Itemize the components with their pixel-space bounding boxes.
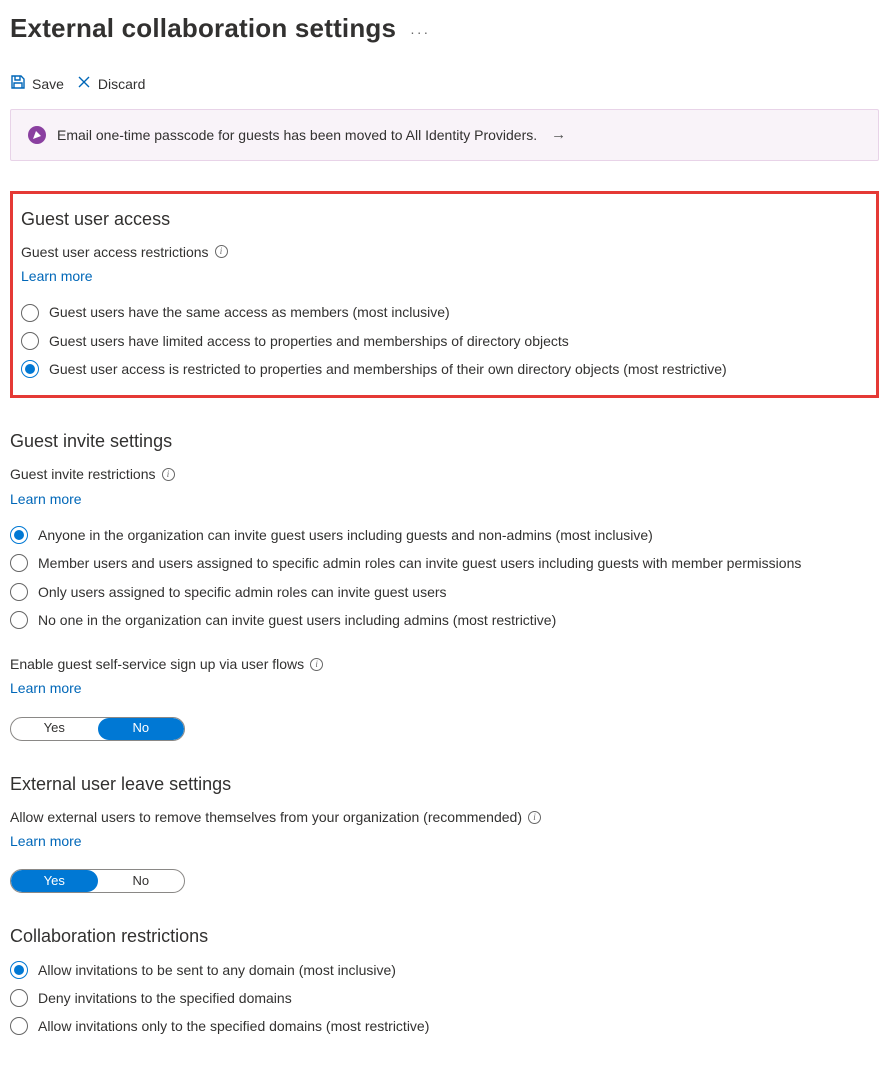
guest-invite-radio-group: Anyone in the organization can invite gu… [10, 525, 879, 630]
self-service-label: Enable guest self-service sign up via us… [10, 654, 879, 674]
guest-access-field-text: Guest user access restrictions [21, 242, 209, 262]
info-banner[interactable]: Email one-time passcode for guests has b… [10, 109, 879, 161]
info-icon[interactable] [215, 245, 228, 258]
section-external-leave: External user leave settings Allow exter… [10, 771, 879, 894]
toggle-no[interactable]: No [98, 870, 185, 892]
external-leave-learn-more[interactable]: Learn more [10, 831, 82, 851]
external-leave-field-label: Allow external users to remove themselve… [10, 807, 879, 827]
option-label: Allow invitations to be sent to any doma… [38, 960, 396, 980]
external-leave-field-text: Allow external users to remove themselve… [10, 807, 522, 827]
toolbar: Save Discard [10, 74, 879, 95]
arrow-right-icon: → [551, 124, 566, 146]
banner-text: Email one-time passcode for guests has b… [57, 125, 537, 145]
external-leave-toggle[interactable]: Yes No [10, 869, 185, 893]
option-label: Only users assigned to specific admin ro… [38, 582, 447, 602]
save-button[interactable]: Save [10, 74, 64, 95]
info-icon[interactable] [528, 811, 541, 824]
info-icon[interactable] [162, 468, 175, 481]
radio-icon [10, 554, 28, 572]
save-icon [10, 74, 26, 95]
section-guest-invite: Guest invite settings Guest invite restr… [10, 428, 879, 740]
discard-button[interactable]: Discard [76, 74, 145, 95]
close-icon [76, 74, 92, 95]
radio-icon [10, 989, 28, 1007]
guest-invite-option-2[interactable]: Only users assigned to specific admin ro… [10, 582, 879, 602]
radio-icon [21, 332, 39, 350]
option-label: Deny invitations to the specified domain… [38, 988, 292, 1008]
section-collab-restrictions: Collaboration restrictions Allow invitat… [10, 923, 879, 1036]
self-service-label-text: Enable guest self-service sign up via us… [10, 654, 304, 674]
radio-icon [21, 360, 39, 378]
guest-access-option-1[interactable]: Guest users have limited access to prope… [21, 331, 868, 351]
radio-icon [10, 961, 28, 979]
radio-icon [10, 526, 28, 544]
page-title: External collaboration settings [10, 10, 396, 48]
option-label: Guest user access is restricted to prope… [49, 359, 727, 379]
radio-icon [10, 583, 28, 601]
collab-option-1[interactable]: Deny invitations to the specified domain… [10, 988, 879, 1008]
option-label: Guest users have limited access to prope… [49, 331, 569, 351]
option-label: Anyone in the organization can invite gu… [38, 525, 653, 545]
guest-invite-field-text: Guest invite restrictions [10, 464, 156, 484]
guest-access-option-0[interactable]: Guest users have the same access as memb… [21, 302, 868, 322]
radio-icon [21, 304, 39, 322]
guest-invite-heading: Guest invite settings [10, 428, 879, 454]
toggle-no[interactable]: No [98, 718, 185, 740]
guest-invite-learn-more[interactable]: Learn more [10, 489, 82, 509]
guest-access-learn-more[interactable]: Learn more [21, 266, 93, 286]
self-service-field: Enable guest self-service sign up via us… [10, 654, 879, 741]
guest-access-radio-group: Guest users have the same access as memb… [21, 302, 868, 379]
guest-access-heading: Guest user access [21, 206, 868, 232]
collab-restrictions-radio-group: Allow invitations to be sent to any doma… [10, 960, 879, 1037]
radio-icon [10, 611, 28, 629]
guest-access-option-2[interactable]: Guest user access is restricted to prope… [21, 359, 868, 379]
guest-invite-option-0[interactable]: Anyone in the organization can invite gu… [10, 525, 879, 545]
toggle-yes[interactable]: Yes [11, 870, 98, 892]
info-icon[interactable] [310, 658, 323, 671]
collab-restrictions-heading: Collaboration restrictions [10, 923, 879, 949]
self-service-toggle[interactable]: Yes No [10, 717, 185, 741]
save-label: Save [32, 74, 64, 94]
more-menu-icon[interactable]: ··· [410, 22, 430, 48]
collab-option-0[interactable]: Allow invitations to be sent to any doma… [10, 960, 879, 980]
guest-invite-option-3[interactable]: No one in the organization can invite gu… [10, 610, 879, 630]
option-label: Member users and users assigned to speci… [38, 553, 801, 573]
option-label: Guest users have the same access as memb… [49, 302, 450, 322]
radio-icon [10, 1017, 28, 1035]
guest-access-field-label: Guest user access restrictions [21, 242, 868, 262]
compass-icon [27, 125, 47, 145]
toggle-yes[interactable]: Yes [11, 718, 98, 740]
option-label: No one in the organization can invite gu… [38, 610, 556, 630]
collab-option-2[interactable]: Allow invitations only to the specified … [10, 1016, 879, 1036]
option-label: Allow invitations only to the specified … [38, 1016, 429, 1036]
highlight-guest-user-access: Guest user access Guest user access rest… [10, 191, 879, 399]
external-leave-heading: External user leave settings [10, 771, 879, 797]
self-service-learn-more[interactable]: Learn more [10, 678, 82, 698]
discard-label: Discard [98, 74, 145, 94]
guest-invite-option-1[interactable]: Member users and users assigned to speci… [10, 553, 879, 573]
guest-invite-field-label: Guest invite restrictions [10, 464, 879, 484]
section-guest-user-access: Guest user access Guest user access rest… [10, 191, 879, 399]
